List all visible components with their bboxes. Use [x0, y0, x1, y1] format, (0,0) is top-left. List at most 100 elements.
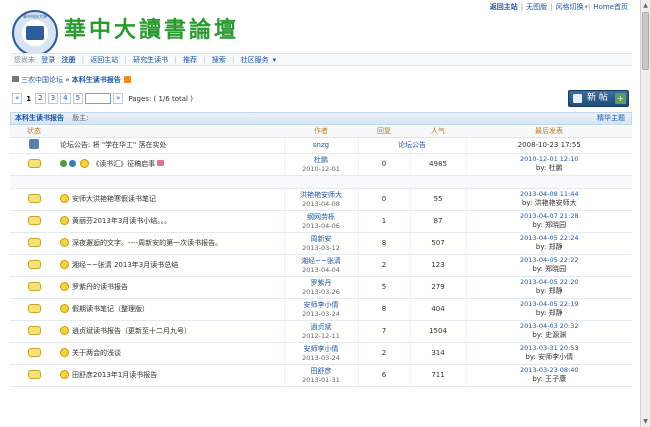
announcement-link[interactable]: 论坛公告: [398, 141, 426, 149]
scroll-thumb[interactable]: [642, 12, 649, 70]
pager-jump-input[interactable]: [85, 93, 112, 104]
last-post-link[interactable]: 2013-04-07 21:28: [467, 212, 632, 221]
thread-title[interactable]: 《读书汇》征稿启事: [92, 160, 155, 168]
pager-next[interactable]: »: [113, 93, 124, 104]
thread-title[interactable]: 逍贞斌读书报告（更新至十二月九号）: [72, 327, 191, 335]
thread-author[interactable]: 田舒彦: [285, 367, 358, 376]
thread-date: 2013-04-04: [302, 265, 340, 274]
thread-title[interactable]: 假期读书笔记（整理版）: [72, 305, 149, 313]
nav-search[interactable]: 搜索: [212, 56, 226, 64]
pager-page[interactable]: 3: [47, 93, 59, 104]
last-post-by: by: 郑静: [535, 243, 563, 251]
thread-author[interactable]: 湘经~~张清: [285, 257, 358, 266]
thread-replies: 0: [357, 188, 410, 211]
col-views: 人气: [410, 126, 466, 138]
thread-title[interactable]: 关于两会的浅谈: [72, 349, 121, 357]
thread-replies: 6: [357, 364, 410, 387]
announcement-last: 2008-10-23 17:55: [465, 137, 632, 154]
thread-views: 314: [409, 342, 466, 365]
breadcrumb-root[interactable]: 三农中国论坛: [21, 76, 63, 84]
moderator-label: 版主:: [72, 114, 89, 122]
home-link[interactable]: Home首页: [593, 3, 628, 11]
back-to-main-link[interactable]: 返回主站: [490, 3, 518, 11]
vertical-scrollbar[interactable]: ▲ ▼: [640, 0, 650, 427]
nav-grad-reading[interactable]: 研究生读书: [133, 56, 168, 64]
last-post-by: by: 郑晓园: [532, 221, 567, 229]
navbar: 您尚未 登录 注册 | 返回主站 | 研究生读书 | 推荐 | 搜索 | 社区服…: [10, 53, 632, 66]
forum-name: 本科生读书报告: [15, 114, 64, 122]
thread-author[interactable]: 安师李小倩: [285, 345, 358, 354]
smiley-icon: [60, 326, 69, 335]
last-post-link[interactable]: 2013-04-05 22:19: [467, 300, 632, 309]
pager-page[interactable]: 4: [60, 93, 71, 104]
topic-bubble-icon: [27, 281, 41, 291]
breadcrumb: 三农中国论坛 » 本科生读书报告: [12, 75, 131, 85]
thread-date: 2013-03-26: [302, 287, 340, 296]
thread-author[interactable]: 罗紫丹: [285, 279, 358, 288]
nav-community[interactable]: 社区服务: [241, 56, 269, 64]
thread-replies: 2: [357, 342, 410, 365]
thread-author[interactable]: 纲网劳栎: [285, 213, 358, 222]
last-post-link[interactable]: 2013-04-05 22:20: [467, 278, 632, 287]
col-replies: 回复: [358, 126, 410, 138]
last-post-link[interactable]: 2010-12-01 12:10: [467, 155, 632, 164]
new-post-button[interactable]: 新 帖 +: [568, 90, 629, 107]
announcement-title[interactable]: 将 "学在华工" 落在实处: [93, 141, 167, 149]
smiley-icon: [60, 260, 69, 269]
no-image-link[interactable]: 无图版: [526, 3, 547, 11]
thread-title[interactable]: 黄丽芬2013年3月读书小结。。。: [72, 217, 171, 225]
scroll-down-icon[interactable]: ▼: [642, 417, 649, 426]
topic-bubble-icon: [27, 259, 41, 269]
last-post-by: by: 洪艳艳安师大: [521, 199, 577, 207]
last-post-by: by: 郑静: [535, 309, 563, 317]
thread-views: 87: [409, 210, 466, 233]
pager-prev[interactable]: «: [12, 93, 23, 104]
thread-author[interactable]: 洪艳艳安师大: [285, 191, 358, 200]
last-post-link[interactable]: 2013-03-31 20:53: [467, 344, 632, 353]
thread-title[interactable]: 罗紫丹的读书报告: [72, 283, 128, 291]
thread-views: 404: [409, 298, 466, 321]
thread-title[interactable]: 田舒彦2013年1月读书报告: [72, 371, 157, 379]
thread-replies: 2: [357, 254, 410, 277]
last-post-link[interactable]: 2013-04-05 22:22: [467, 256, 632, 265]
nav-login[interactable]: 登录: [41, 56, 55, 64]
thread-title[interactable]: 湘经~~张清 2013年3月读书总结: [72, 261, 178, 269]
thread-views: 279: [409, 276, 466, 299]
last-post-link[interactable]: 2013-04-03 20:32: [467, 322, 632, 331]
nav-recommend[interactable]: 推荐: [183, 56, 197, 64]
university-logo[interactable]: 華中科技大學: [12, 10, 58, 56]
last-post-link[interactable]: 2013-03-23 08:40: [467, 366, 632, 375]
rss-icon[interactable]: [123, 76, 131, 83]
pager-page[interactable]: 2: [35, 93, 46, 104]
breadcrumb-forum[interactable]: 本科生读书报告: [72, 76, 121, 84]
scroll-up-icon[interactable]: ▲: [642, 1, 649, 10]
thread-date: 2013-03-24: [302, 309, 340, 318]
thread-title[interactable]: 深夜邂逅的文字。----周新安的第一次读书报告。: [72, 239, 222, 247]
thread-date: 2012-12-11: [302, 331, 340, 340]
home-icon: [12, 76, 19, 82]
sticky-icon: [60, 160, 67, 167]
style-switch-link[interactable]: 风格切换: [555, 3, 583, 11]
last-post-link[interactable]: 2013-04-05 22:24: [467, 234, 632, 243]
digest-link[interactable]: 精华主题: [597, 113, 625, 124]
thread-author[interactable]: 逍贞斌: [285, 323, 358, 332]
announcement-author[interactable]: snzg: [313, 141, 329, 149]
thread-title[interactable]: 安师大洪艳艳寒假读书笔记: [72, 195, 156, 203]
thread-author[interactable]: 安师李小倩: [285, 301, 358, 310]
thread-date: 2013-03-12: [302, 243, 340, 252]
hot-icon: [157, 160, 165, 166]
thread-author[interactable]: 杜鹏: [285, 156, 358, 165]
last-post-link[interactable]: 2013-04-08 11:44: [467, 190, 632, 199]
thread-table: 状态 作者 回复 人气 最后发表 论坛公告: 将 "学在华工" 落在实处 snz…: [10, 126, 632, 387]
nav-register[interactable]: 注册: [61, 56, 75, 64]
nav-back-main[interactable]: 返回主站: [90, 56, 118, 64]
last-post-by: by: 安师李小倩: [525, 353, 574, 361]
thread-author[interactable]: 周新安: [285, 235, 358, 244]
table-row: 罗紫丹的读书报告 罗紫丹 2013-03-26 5 279 2013-04-05 22:2…: [10, 276, 632, 299]
announcement-row: 论坛公告: 将 "学在华工" 落在实处 snzg 论坛公告 2008-10-23…: [10, 137, 632, 154]
thread-views: 507: [409, 232, 466, 255]
plus-icon[interactable]: +: [615, 93, 626, 104]
topic-bubble-icon: [27, 193, 41, 203]
pager-page[interactable]: 5: [72, 93, 84, 104]
topic-bubble-icon: [27, 347, 41, 357]
